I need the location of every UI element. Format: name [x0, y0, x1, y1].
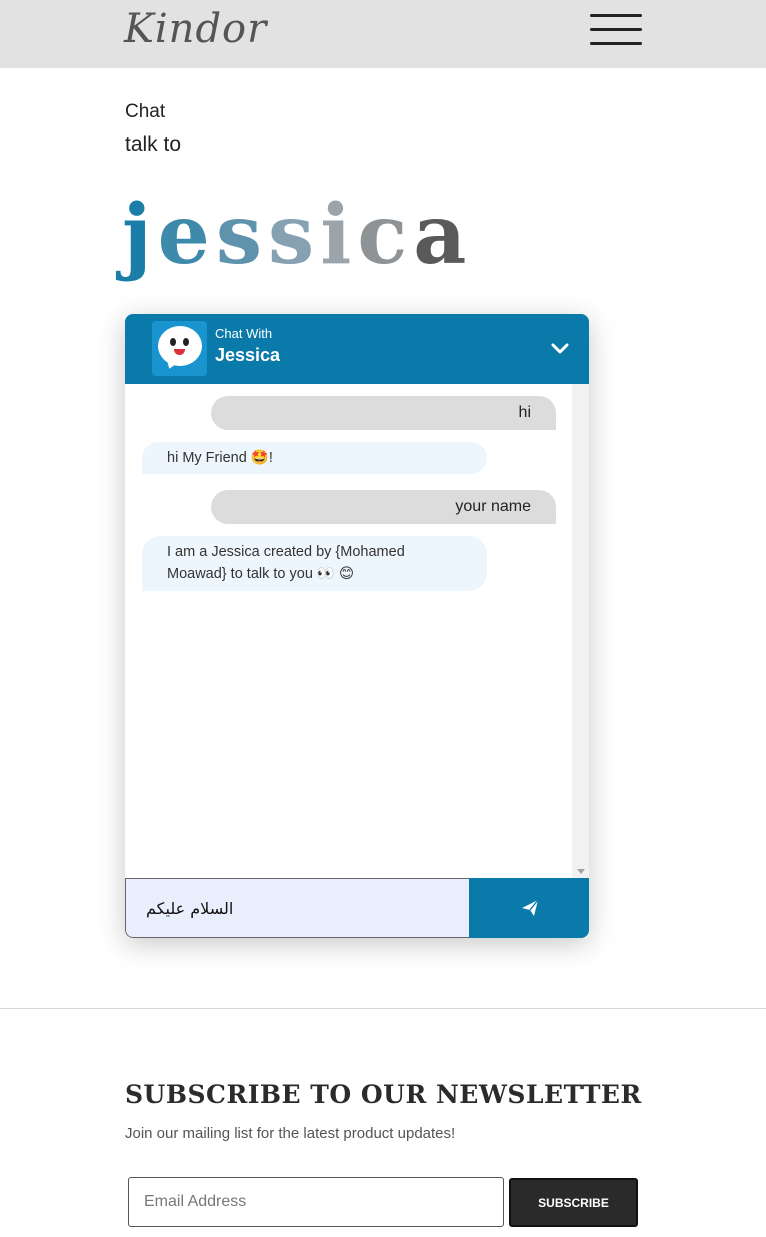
- subscribe-button[interactable]: SUBSCRIBE: [509, 1178, 638, 1227]
- bot-name-letter: s: [215, 187, 269, 283]
- scroll-down-arrow-icon[interactable]: [577, 869, 585, 874]
- bot-message: I am a Jessica created by {Mohamed Moawa…: [142, 536, 487, 591]
- section-divider: [0, 1008, 766, 1009]
- send-button[interactable]: [469, 878, 589, 938]
- bot-name-letter: i: [320, 187, 358, 283]
- bot-name-letter: e: [157, 187, 216, 283]
- menu-line: [590, 42, 642, 45]
- bot-name-letter: c: [357, 187, 414, 283]
- message-scrollbar[interactable]: [572, 384, 589, 878]
- hamburger-menu-icon[interactable]: [590, 14, 642, 46]
- bot-name-title: jessica: [122, 180, 472, 290]
- bot-name-letter: s: [268, 187, 321, 283]
- chat-widget: Chat With Jessica hi hi My Friend 🤩! you…: [125, 314, 589, 938]
- message-list[interactable]: hi hi My Friend 🤩! your name I am a Jess…: [125, 384, 589, 878]
- chevron-down-icon[interactable]: [549, 338, 571, 360]
- page-subtitle: talk to: [125, 133, 182, 156]
- user-message: your name: [211, 490, 556, 524]
- newsletter-description: Join our mailing list for the latest pro…: [125, 1125, 456, 1142]
- page-label: Chat: [125, 101, 166, 122]
- paper-plane-icon: [522, 899, 539, 916]
- chat-bubble-face-icon: [152, 321, 207, 376]
- bot-message: hi My Friend 🤩!: [142, 442, 487, 474]
- user-message: hi: [211, 396, 556, 430]
- menu-line: [590, 14, 642, 17]
- chat-header-name: Jessica: [215, 345, 281, 365]
- bot-name-letter: a: [413, 187, 473, 283]
- message-input[interactable]: [125, 878, 470, 938]
- bot-name-letter: j: [122, 187, 158, 283]
- top-bar: Kindor: [0, 0, 766, 68]
- chat-input-area: [125, 878, 589, 938]
- email-field[interactable]: [128, 1177, 504, 1227]
- menu-line: [590, 28, 642, 31]
- site-logo[interactable]: Kindor: [124, 6, 267, 52]
- chat-header[interactable]: Chat With Jessica: [125, 314, 589, 384]
- chat-header-label: Chat With: [215, 326, 273, 341]
- newsletter-title: SUBSCRIBE TO OUR NEWSLETTER: [125, 1080, 642, 1109]
